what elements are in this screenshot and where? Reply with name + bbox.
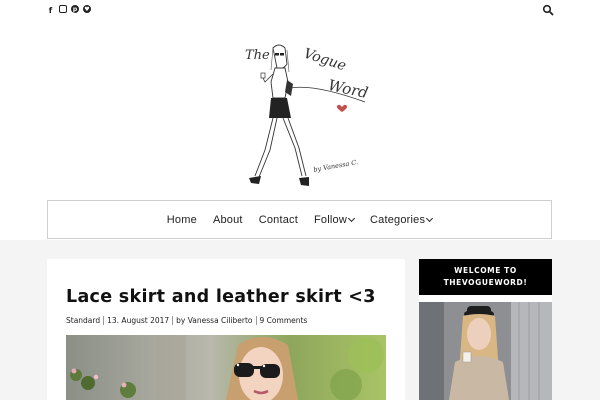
nav-follow[interactable]: Follow: [314, 213, 356, 226]
main-navigation: Home About Contact Follow Categories: [47, 200, 552, 239]
logo-word-the: The: [245, 48, 270, 63]
bloglovin-icon[interactable]: ♥: [83, 5, 91, 13]
site-logo[interactable]: The Vogue Word by Vanessa C.: [225, 40, 385, 195]
nav-home-label: Home: [166, 213, 197, 226]
nav-categories-label: Categories: [370, 213, 426, 226]
post-date[interactable]: 13. August 2017: [107, 316, 169, 325]
widget-title-line2: THEVOGUEWORD!: [443, 278, 528, 287]
post-category[interactable]: Standard: [66, 316, 100, 325]
nav-contact-label: Contact: [258, 213, 298, 226]
pinterest-icon[interactable]: p: [71, 5, 79, 13]
meta-divider: [103, 316, 105, 325]
post-author[interactable]: by Vanessa Ciliberto: [176, 316, 252, 325]
fashion-illustration: [249, 44, 366, 186]
author-photo[interactable]: [419, 302, 552, 400]
chevron-down-icon: [347, 214, 356, 222]
nav-categories[interactable]: Categories: [370, 213, 434, 226]
widget-title-line1: WELCOME TO: [454, 266, 517, 275]
nav-home[interactable]: Home: [167, 214, 197, 226]
meta-divider: [255, 316, 257, 325]
chevron-down-icon: [426, 214, 434, 222]
search-icon[interactable]: [542, 4, 554, 16]
post-title[interactable]: Lace skirt and leather skirt <3: [66, 287, 376, 307]
nav-follow-label: Follow: [314, 213, 347, 226]
blog-post-card: Lace skirt and leather skirt <3 Standard…: [47, 259, 405, 400]
top-bar: f p ♥: [0, 0, 600, 22]
instagram-icon[interactable]: [59, 5, 67, 13]
nav-contact[interactable]: Contact: [259, 214, 298, 226]
welcome-widget: WELCOME TO THEVOGUEWORD!: [419, 259, 552, 400]
nav-about[interactable]: About: [213, 214, 243, 226]
meta-divider: [172, 316, 174, 325]
facebook-icon[interactable]: f: [46, 5, 55, 15]
widget-title: WELCOME TO THEVOGUEWORD!: [419, 259, 552, 295]
post-meta: Standard 13. August 2017 by Vanessa Cili…: [66, 316, 307, 325]
social-links: f p ♥: [46, 5, 91, 15]
post-featured-image[interactable]: [66, 335, 386, 400]
post-comments[interactable]: 9 Comments: [260, 316, 308, 325]
nav-about-label: About: [212, 213, 243, 226]
